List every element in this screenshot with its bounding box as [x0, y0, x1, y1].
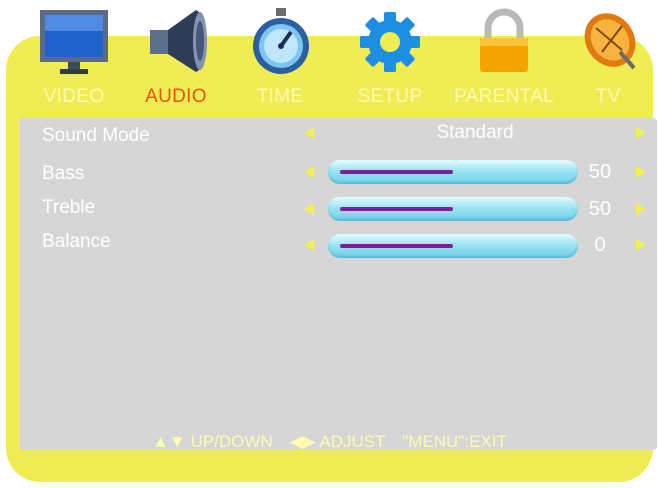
- sound-mode-right-arrow[interactable]: [636, 127, 646, 139]
- tab-label: PARENTAL: [454, 86, 554, 107]
- gear-icon: [360, 12, 420, 72]
- treble-label: Treble: [42, 197, 96, 218]
- bass-right-arrow[interactable]: [636, 166, 646, 178]
- up-down-arrows-icon: ▲▼: [152, 432, 186, 451]
- left-right-arrows-icon: ◀▶: [289, 432, 316, 451]
- exit-hint: "MENU":EXIT: [402, 432, 507, 451]
- balance-slider-fill: [340, 244, 453, 248]
- treble-slider[interactable]: [328, 197, 578, 221]
- balance-right-arrow[interactable]: [636, 239, 646, 251]
- tab-setup[interactable]: SETUP: [350, 0, 430, 112]
- bass-slider[interactable]: [328, 160, 578, 184]
- stopwatch-icon: [253, 8, 309, 74]
- balance-label: Balance: [42, 231, 111, 252]
- tab-tv[interactable]: TV: [568, 0, 648, 112]
- tab-label: VIDEO: [43, 86, 105, 107]
- speaker-icon: [150, 10, 207, 72]
- sound-mode-value[interactable]: Standard: [380, 122, 570, 144]
- tab-video[interactable]: VIDEO: [34, 0, 114, 112]
- treble-slider-fill: [340, 207, 453, 211]
- tab-label: TV: [595, 86, 621, 107]
- balance-left-arrow[interactable]: [304, 239, 314, 251]
- sound-mode-label: Sound Mode: [42, 125, 150, 146]
- tab-time[interactable]: TIME: [240, 0, 320, 112]
- bass-left-arrow[interactable]: [304, 166, 314, 178]
- treble-right-arrow[interactable]: [636, 203, 646, 215]
- treble-value: 50: [588, 198, 612, 220]
- tab-parental[interactable]: PARENTAL: [444, 0, 564, 112]
- bass-label: Bass: [42, 163, 85, 184]
- bass-value: 50: [588, 161, 612, 183]
- tab-label: SETUP: [357, 86, 423, 107]
- adjust-hint: ◀▶ ADJUST: [289, 432, 386, 451]
- tab-audio[interactable]: AUDIO: [136, 0, 216, 112]
- balance-slider[interactable]: [328, 234, 578, 258]
- treble-left-arrow[interactable]: [304, 203, 314, 215]
- bass-slider-fill: [340, 170, 453, 174]
- tab-label: AUDIO: [145, 86, 207, 107]
- balance-value: 0: [594, 234, 606, 256]
- menu-tabs: VIDEO AUDIO TIME SETUP PARENTAL TV: [0, 0, 659, 112]
- key-hints: ▲▼ UP/DOWN ◀▶ ADJUST "MENU":EXIT: [0, 432, 659, 452]
- tab-label: TIME: [256, 86, 304, 107]
- satellite-dish-icon: [584, 13, 636, 70]
- updown-hint: ▲▼ UP/DOWN: [152, 432, 273, 451]
- lock-icon: [480, 8, 528, 72]
- sound-mode-left-arrow[interactable]: [304, 127, 314, 139]
- monitor-icon: [40, 10, 108, 74]
